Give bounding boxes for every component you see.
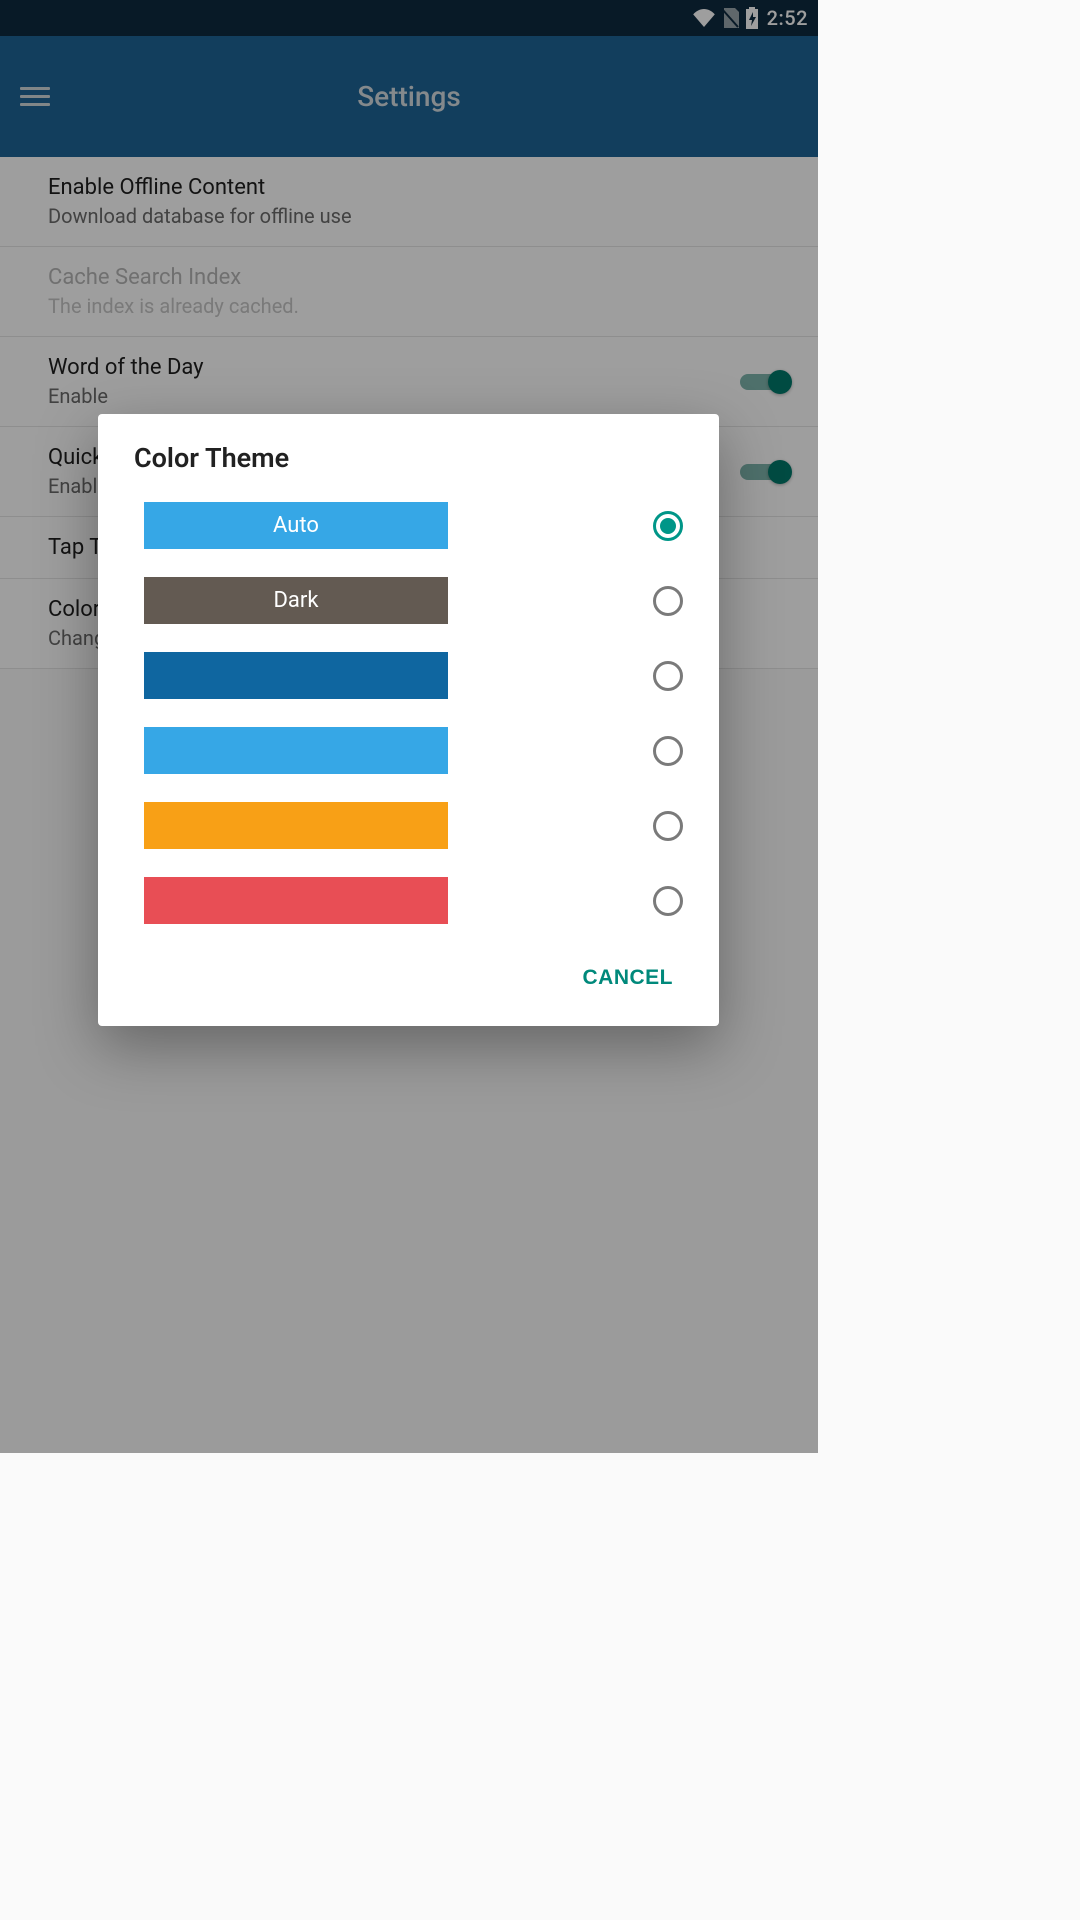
dialog-title: Color Theme <box>98 442 719 488</box>
radio-button[interactable] <box>653 886 683 916</box>
radio-button[interactable] <box>653 736 683 766</box>
theme-swatch <box>144 802 448 849</box>
theme-swatch: Dark <box>144 577 448 624</box>
dialog-actions: CANCEL <box>98 938 719 1014</box>
radio-button[interactable] <box>653 511 683 541</box>
color-theme-dialog: Color Theme Auto Dark CANCEL <box>98 414 719 1026</box>
radio-button[interactable] <box>653 661 683 691</box>
theme-label: Dark <box>273 588 318 613</box>
theme-option[interactable] <box>98 863 719 938</box>
radio-button[interactable] <box>653 586 683 616</box>
theme-option-list: Auto Dark <box>98 488 719 938</box>
theme-option[interactable] <box>98 788 719 863</box>
theme-option[interactable]: Auto <box>98 488 719 563</box>
theme-label: Auto <box>273 513 319 538</box>
theme-swatch <box>144 727 448 774</box>
theme-option[interactable] <box>98 638 719 713</box>
theme-option[interactable] <box>98 713 719 788</box>
theme-swatch <box>144 877 448 924</box>
theme-option[interactable]: Dark <box>98 563 719 638</box>
radio-button[interactable] <box>653 811 683 841</box>
theme-swatch: Auto <box>144 502 448 549</box>
theme-swatch <box>144 652 448 699</box>
cancel-button[interactable]: CANCEL <box>569 956 688 1000</box>
